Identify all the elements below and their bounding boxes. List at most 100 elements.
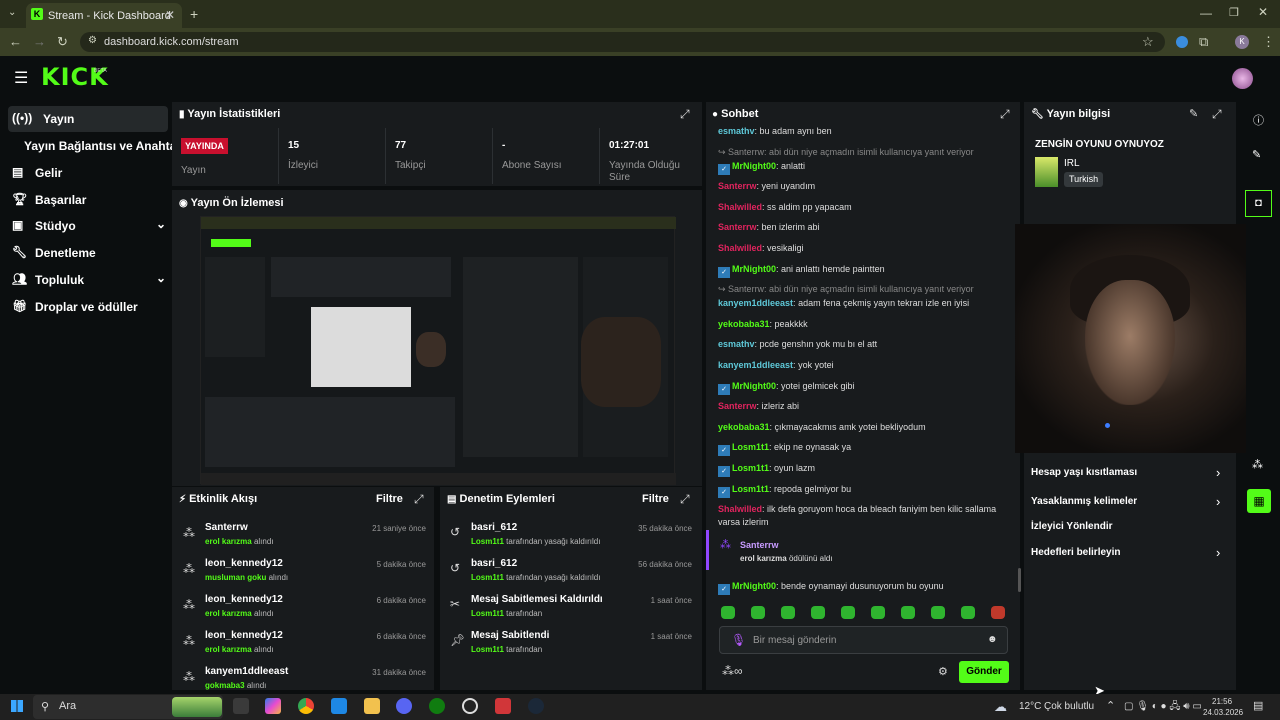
user-avatar[interactable] — [1232, 68, 1253, 89]
sidebar-item-basarilar[interactable]: 🏆︎ Başarılar — [8, 187, 168, 213]
close-tab-icon[interactable]: ✕ — [165, 8, 175, 22]
info-circle-icon[interactable]: ⓘ — [1253, 112, 1264, 128]
forward-icon[interactable]: → — [33, 34, 46, 49]
site-info-icon[interactable]: ⚙ — [88, 35, 97, 46]
emote-icon[interactable] — [871, 606, 885, 619]
chat-username[interactable]: Santerrw — [718, 401, 757, 411]
new-tab-button[interactable]: + — [190, 6, 198, 22]
points-icon[interactable]: ⁂∞ — [722, 664, 743, 678]
clock-date[interactable]: 24.03.2026 — [1203, 708, 1243, 717]
notification-icon[interactable]: ▤ — [1253, 699, 1263, 712]
extension-icon[interactable] — [1176, 36, 1188, 48]
setting-item[interactable]: Hedefleri belirleyin — [1031, 547, 1120, 558]
chevron-right-icon[interactable]: › — [1216, 545, 1220, 560]
event-user[interactable]: leon_kennedy12 — [205, 594, 283, 605]
url-field[interactable]: dashboard.kick.com/stream — [80, 32, 1165, 52]
emoji-icon[interactable]: ☻ — [987, 634, 998, 645]
reward-user[interactable]: Santerrw — [740, 540, 779, 550]
emote-icon[interactable] — [901, 606, 915, 619]
edit-pencil-icon[interactable]: ✎ — [1252, 148, 1261, 161]
event-user[interactable]: kanyem1ddleeast — [205, 666, 288, 677]
clip-icon[interactable]: ▦ — [1247, 489, 1271, 513]
chat-username[interactable]: MrNight00 — [732, 581, 776, 591]
activity-filter-button[interactable]: Filtre — [376, 493, 403, 505]
chat-username[interactable]: kanyem1ddleeast — [718, 298, 793, 308]
app-icon[interactable] — [331, 698, 347, 714]
event-user[interactable]: leon_kennedy12 — [205, 558, 283, 569]
emote-icon[interactable] — [931, 606, 945, 619]
hamburger-menu-icon[interactable]: ☰ — [14, 68, 28, 88]
emote-icon[interactable] — [721, 606, 735, 619]
settings-gear-icon[interactable]: ⚙ — [938, 665, 948, 678]
chat-username[interactable]: yekobaba31 — [718, 422, 770, 432]
expand-icon[interactable]: ⤢ — [1000, 107, 1010, 122]
task-view-icon[interactable] — [233, 698, 249, 714]
chat-username[interactable]: Shalwilled — [718, 202, 762, 212]
xbox-icon[interactable] — [429, 698, 445, 714]
chat-username[interactable]: Shalwilled — [718, 243, 762, 253]
maximize-icon[interactable]: ❐ — [1229, 6, 1239, 19]
chat-username[interactable]: MrNight00 — [732, 381, 776, 391]
chevron-right-icon[interactable]: › — [1216, 465, 1220, 480]
expand-icon[interactable]: ⤢ — [680, 107, 690, 122]
microphone-icon[interactable]: 🎙︎ — [731, 633, 746, 647]
valorant-icon[interactable] — [495, 698, 511, 714]
chat-username[interactable]: Losm1t1 — [732, 442, 769, 452]
minimize-icon[interactable]: — — [1200, 6, 1212, 20]
reload-icon[interactable]: ↻ — [57, 34, 68, 50]
expand-icon[interactable]: ⤢ — [414, 492, 424, 507]
sidebar-item-studyo[interactable]: ▣ Stüdyo ⌄ — [8, 213, 168, 239]
category-name[interactable]: IRL — [1064, 158, 1080, 169]
discord-icon[interactable] — [396, 698, 412, 714]
sidebar-item-denetleme[interactable]: 🔧︎ Denetleme — [8, 240, 168, 266]
windows-start-icon[interactable] — [11, 700, 23, 712]
browser-menu-icon[interactable]: ⋮ — [1262, 34, 1275, 50]
sidebar-item-yayin[interactable]: ((•)) Yayın — [8, 106, 168, 132]
emote-icon[interactable] — [991, 606, 1005, 619]
chat-username[interactable]: esmathv — [718, 339, 755, 349]
moderator-name[interactable]: Losm1t1 — [471, 537, 504, 546]
chat-username[interactable]: Santerrw — [718, 181, 757, 191]
weather-temp[interactable]: 12°C — [1019, 701, 1041, 712]
event-user[interactable]: Santerrw — [205, 522, 248, 533]
chat-username[interactable]: kanyem1ddleeast — [718, 360, 793, 370]
points-icon[interactable]: ⁂ — [1252, 458, 1263, 471]
moderation-filter-button[interactable]: Filtre — [642, 493, 669, 505]
expand-icon[interactable]: ⤢ — [1212, 107, 1222, 122]
sidebar-item-topluluk[interactable]: 👥︎ Topluluk ⌄ — [8, 267, 168, 293]
browser-tab[interactable]: Stream - Kick Dashboard — [26, 3, 182, 28]
chat-username[interactable]: yekobaba31 — [718, 319, 770, 329]
sidebar-item-stream-key[interactable]: Yayın Bağlantısı ve Anahtarı — [8, 133, 184, 159]
chat-username[interactable]: Shalwilled — [718, 504, 762, 514]
system-tray-icons[interactable]: ▢ 🎙︎ ◐ ● 🖧︎ 🔊︎ ▭ — [1124, 699, 1202, 716]
back-icon[interactable]: ← — [9, 34, 22, 49]
sidebar-item-gelir[interactable]: ▤ Gelir — [8, 160, 168, 186]
stream-preview-video[interactable] — [200, 216, 676, 485]
clock-time[interactable]: 21:56 — [1212, 697, 1232, 706]
chat-username[interactable]: Losm1t1 — [732, 484, 769, 494]
expand-icon[interactable]: ⤢ — [680, 492, 690, 507]
copilot-icon[interactable] — [265, 698, 281, 714]
steam-icon[interactable] — [528, 698, 544, 714]
chat-username[interactable]: MrNight00 — [732, 264, 776, 274]
bookmark-star-icon[interactable]: ☆ — [1142, 34, 1154, 50]
moderator-name[interactable]: Losm1t1 — [471, 573, 504, 582]
setting-item[interactable]: Yasaklanmış kelimeler — [1031, 496, 1137, 507]
chat-scrollbar[interactable] — [1018, 568, 1021, 592]
moderator-name[interactable]: Losm1t1 — [471, 609, 504, 618]
send-button[interactable]: Gönder — [959, 661, 1009, 683]
emote-icon[interactable] — [811, 606, 825, 619]
tab-search-icon[interactable]: ⌄ — [8, 7, 16, 18]
camera-toggle-icon[interactable]: ◘ — [1245, 190, 1272, 217]
chat-username[interactable]: MrNight00 — [732, 161, 776, 171]
event-user[interactable]: leon_kennedy12 — [205, 630, 283, 641]
chat-username[interactable]: Santerrw — [718, 222, 757, 232]
setting-item[interactable]: Hesap yaşı kısıtlaması — [1031, 467, 1137, 478]
window-close-icon[interactable]: ✕ — [1258, 5, 1268, 19]
chat-username[interactable]: esmathv — [718, 126, 755, 136]
chrome-icon[interactable] — [298, 698, 314, 714]
emote-icon[interactable] — [961, 606, 975, 619]
profile-avatar[interactable]: K — [1235, 35, 1249, 49]
setting-item[interactable]: İzleyici Yönlendir — [1031, 521, 1113, 532]
chevron-right-icon[interactable]: › — [1216, 494, 1220, 509]
